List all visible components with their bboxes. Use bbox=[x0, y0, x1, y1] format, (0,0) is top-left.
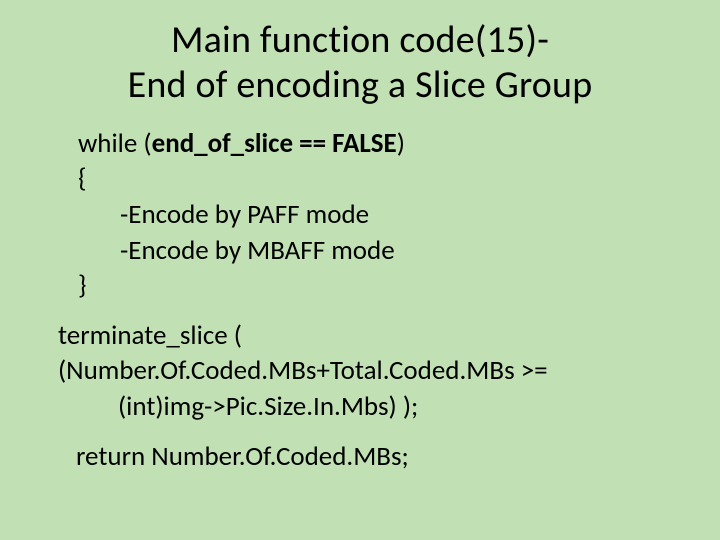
terminate-line-1: terminate_slice ( (Number.Of.Coded.MBs+T… bbox=[58, 318, 662, 389]
return-line: return Number.Of.Coded.MBs; bbox=[76, 439, 662, 475]
code-while-line: while (end_of_slice == FALSE) bbox=[78, 126, 662, 162]
code-inner-2: -Encode by MBAFF mode bbox=[120, 233, 662, 269]
slide: Main function code(15)- End of encoding … bbox=[0, 0, 720, 540]
close-brace: } bbox=[78, 268, 662, 304]
slide-title: Main function code(15)- End of encoding … bbox=[58, 18, 662, 108]
code-body: while (end_of_slice == FALSE) { -Encode … bbox=[58, 126, 662, 475]
while-condition: end_of_slice == FALSE bbox=[152, 127, 397, 160]
title-line-1: Main function code(15)- bbox=[171, 17, 549, 63]
code-inner-1: -Encode by PAFF mode bbox=[120, 197, 662, 233]
title-line-2: End of encoding a Slice Group bbox=[128, 62, 593, 108]
while-prefix: while ( bbox=[78, 127, 152, 160]
while-suffix: ) bbox=[397, 127, 405, 160]
open-brace: { bbox=[78, 161, 662, 197]
terminate-line-2: (int)img->Pic.Size.In.Mbs) ); bbox=[118, 389, 662, 425]
